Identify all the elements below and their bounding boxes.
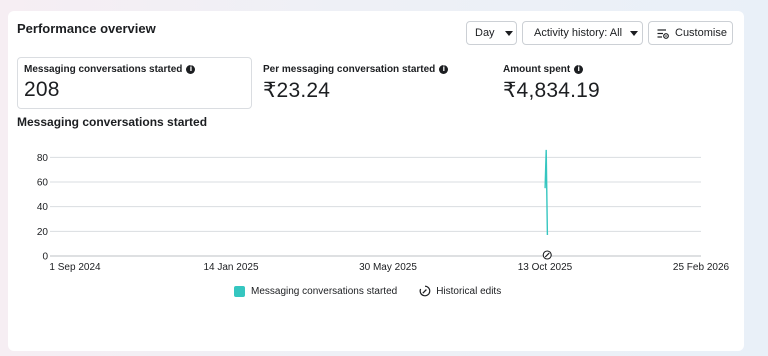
- line-chart: 0 20 40 60 80 1 Sep 2024 14 Jan 2025 30 May 202…: [37, 149, 730, 273]
- x-tick-label: 1 Sep 2024: [49, 262, 101, 273]
- legend-series-label[interactable]: Messaging conversations started: [251, 286, 397, 297]
- series-line: [544, 149, 549, 236]
- x-tick-label: 13 Oct 2025: [518, 262, 573, 273]
- y-tick-label: 20: [37, 227, 49, 238]
- x-tick-label: 14 Jan 2025: [203, 262, 258, 273]
- x-tick-label: 25 Feb 2026: [673, 262, 730, 273]
- x-tick-label: 30 May 2025: [359, 262, 417, 273]
- legend-edits-label: Historical edits: [436, 285, 502, 297]
- y-tick-label: 0: [42, 252, 48, 263]
- chart-legend: Messaging conversations started Historic…: [234, 285, 501, 297]
- performance-overview-card: Performance overview Day Activity histor…: [8, 11, 744, 351]
- y-tick-label: 40: [37, 202, 49, 213]
- historical-edits-icon: [419, 285, 431, 297]
- legend-historical-edits[interactable]: Historical edits: [419, 285, 501, 297]
- y-tick-label: 80: [37, 153, 49, 164]
- y-tick-label: 60: [37, 178, 49, 189]
- series-swatch: [234, 285, 245, 297]
